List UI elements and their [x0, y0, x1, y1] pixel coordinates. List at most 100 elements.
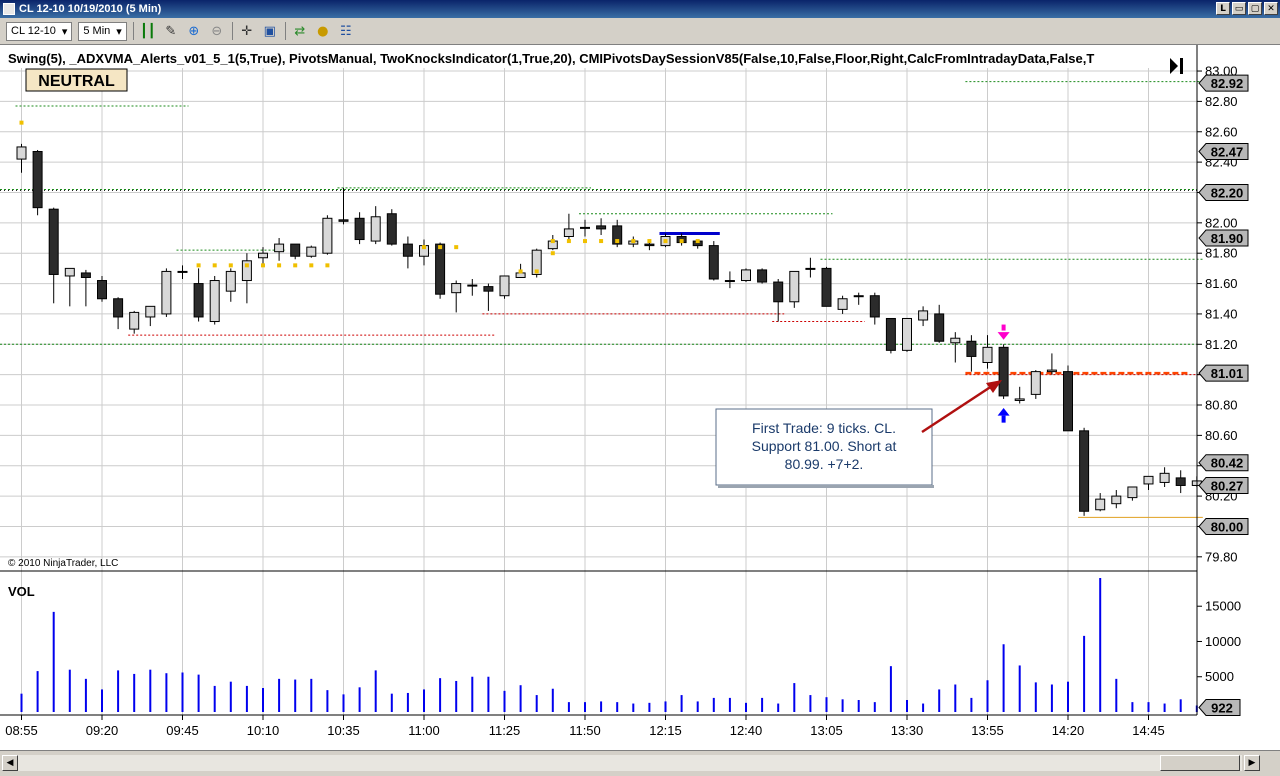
- annotation-shadow: [718, 485, 934, 488]
- window-titlebar: CL 12-10 10/19/2010 (5 Min) L ▭ ▢ ✕: [0, 0, 1280, 18]
- toolbar-separator: [284, 22, 286, 40]
- swing-dot: [695, 239, 700, 244]
- candle-body: [515, 272, 526, 278]
- time-tick-label: 09:20: [86, 723, 119, 738]
- candle-body: [998, 346, 1009, 397]
- candle-body: [258, 252, 268, 259]
- price-badge-label: 82.20: [1211, 185, 1244, 200]
- maximize-button[interactable]: ▢: [1248, 2, 1262, 15]
- long-arrow-icon: [1001, 415, 1006, 423]
- candle-body: [225, 270, 236, 292]
- strategies-icon[interactable]: ●: [314, 22, 332, 40]
- indicators-icon[interactable]: ⇄: [291, 22, 309, 40]
- short-arrow-icon: [1001, 324, 1006, 331]
- instrument-dropdown[interactable]: CL 12-10 ▾: [6, 21, 73, 41]
- candle-body: [563, 228, 574, 238]
- time-tick-label: 10:10: [247, 723, 280, 738]
- minimize-button[interactable]: ▭: [1232, 2, 1246, 15]
- time-tick-label: 13:55: [971, 723, 1004, 738]
- price-tick-label: 82.60: [1205, 124, 1238, 139]
- zoom-in-icon[interactable]: ⊕: [185, 22, 203, 40]
- annotation-line: 80.99. +7+2.: [785, 456, 864, 472]
- chevron-down-icon: ▾: [116, 25, 122, 38]
- candle-body: [354, 217, 365, 241]
- scroll-track[interactable]: [18, 755, 1242, 771]
- swing-dot: [518, 269, 523, 274]
- volume-tick-label: 5000: [1205, 669, 1234, 684]
- candle-body: [1143, 475, 1154, 485]
- candle-body: [757, 269, 768, 283]
- price-badge-label: 82.47: [1211, 144, 1244, 159]
- scroll-left-icon[interactable]: ◀: [2, 755, 18, 771]
- candle-body: [821, 267, 832, 307]
- candle-body: [483, 286, 494, 292]
- crosshair-icon[interactable]: ✛: [238, 22, 256, 40]
- candle-body: [32, 150, 43, 209]
- swing-dot: [631, 239, 636, 244]
- time-tick-label: 11:50: [569, 723, 601, 738]
- candle-body: [435, 243, 446, 295]
- candle-body: [805, 267, 816, 270]
- swing-dot: [679, 239, 684, 244]
- candle-body: [773, 281, 784, 303]
- price-badge-label: 80.00: [1211, 519, 1244, 534]
- candle-body: [789, 270, 800, 303]
- candle-body: [290, 243, 301, 257]
- time-tick-label: 11:25: [489, 723, 521, 738]
- candle-body: [950, 337, 961, 344]
- zoom-out-icon[interactable]: ⊖: [208, 22, 226, 40]
- price-chart[interactable]: 83.0082.8082.6082.4082.2082.0081.8081.60…: [0, 45, 1280, 750]
- scroll-right-icon[interactable]: ▶: [1244, 755, 1260, 771]
- candle-body: [982, 346, 993, 364]
- interval-dropdown[interactable]: 5 Min ▾: [78, 21, 127, 41]
- price-tick-label: 82.80: [1205, 94, 1238, 109]
- app-icon: [3, 3, 15, 15]
- candle-body: [338, 219, 349, 222]
- toolbar-separator: [231, 22, 233, 40]
- play-forward-icon-bar: [1180, 58, 1183, 74]
- swing-dot: [663, 239, 668, 244]
- volume-badge-label: 922: [1211, 700, 1233, 715]
- price-badge-label: 81.01: [1211, 366, 1244, 381]
- candle-body: [499, 275, 510, 297]
- candle-body: [274, 243, 285, 253]
- chevron-down-icon: ▾: [61, 25, 68, 38]
- copyright: © 2010 NinjaTrader, LLC: [8, 558, 118, 569]
- close-button[interactable]: ✕: [1264, 2, 1278, 15]
- candle-body: [386, 213, 397, 245]
- annotation-line: Support 81.00. Short at: [752, 438, 897, 454]
- price-tick-label: 80.80: [1205, 398, 1238, 413]
- scroll-thumb[interactable]: [1160, 755, 1240, 771]
- price-badge-label: 80.42: [1211, 456, 1244, 471]
- link-button[interactable]: L: [1216, 2, 1230, 15]
- price-tick-label: 81.80: [1205, 246, 1238, 261]
- chart-background: [0, 45, 1280, 750]
- candle-body: [741, 269, 751, 282]
- swing-dot: [438, 245, 443, 250]
- price-badge-label: 81.90: [1211, 231, 1244, 246]
- swing-dot: [534, 269, 539, 274]
- time-tick-label: 09:45: [166, 723, 199, 738]
- swing-dot: [19, 120, 24, 125]
- chart-toolbar: CL 12-10 ▾ 5 Min ▾ ┃┃ ✎ ⊕ ⊖ ✛ ▣ ⇄ ● ☷: [0, 18, 1280, 45]
- candle-body: [145, 305, 156, 318]
- properties-icon[interactable]: ▣: [261, 22, 279, 40]
- data-box-icon[interactable]: ☷: [337, 22, 355, 40]
- candle-body: [177, 270, 188, 273]
- price-tick-label: 81.40: [1205, 306, 1238, 321]
- swing-dot: [599, 239, 604, 244]
- drawing-tools-icon[interactable]: ✎: [162, 22, 180, 40]
- horizontal-scrollbar[interactable]: ◀ ▶: [0, 750, 1280, 776]
- swing-dot: [550, 251, 555, 256]
- chart-style-icon[interactable]: ┃┃: [139, 22, 157, 40]
- swing-dot: [277, 263, 282, 268]
- candle-body: [580, 226, 590, 229]
- time-tick-label: 13:30: [891, 723, 924, 738]
- time-tick-label: 11:00: [408, 723, 440, 738]
- swing-dot: [309, 263, 314, 268]
- candle-body: [1079, 430, 1090, 512]
- volume-tick-label: 15000: [1205, 599, 1241, 614]
- swing-dot: [454, 245, 459, 250]
- swing-dot: [583, 239, 587, 244]
- volume-label: VOL: [8, 584, 35, 599]
